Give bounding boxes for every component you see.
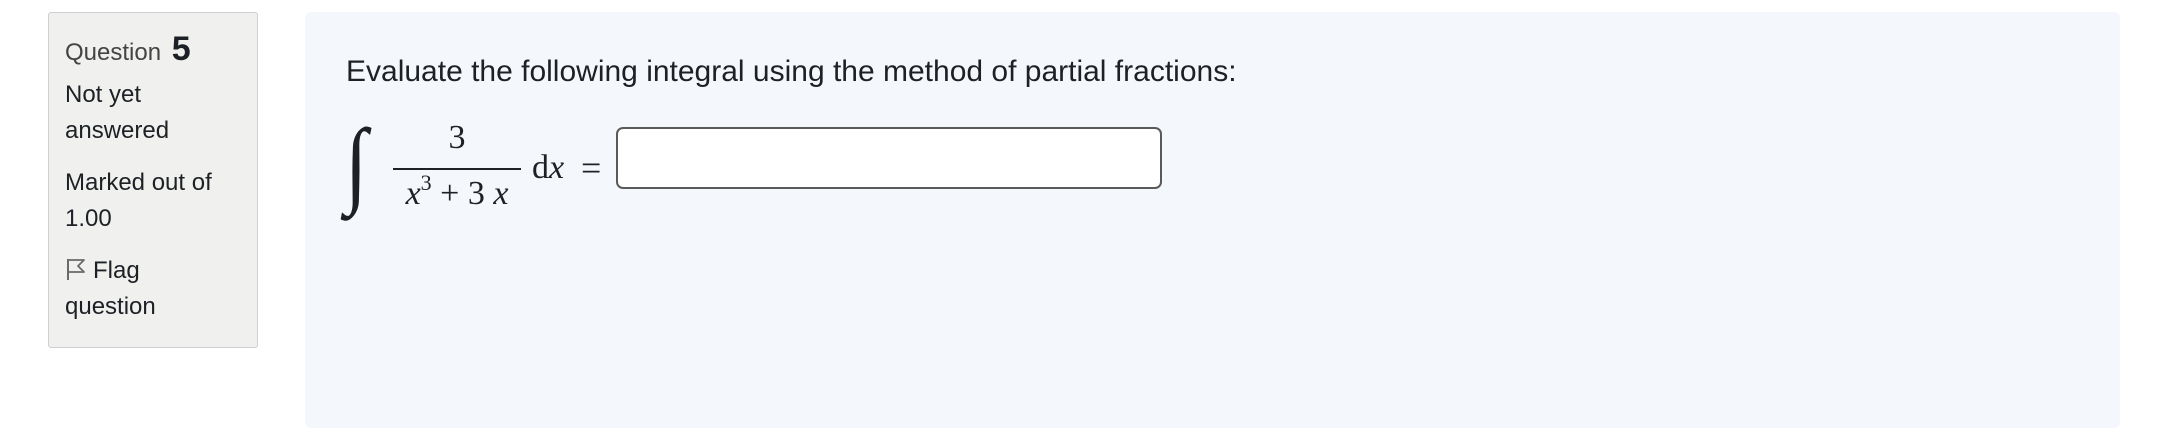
differential-variable: x	[549, 149, 565, 186]
denominator-variable-2: x	[493, 175, 509, 212]
differential: dx	[532, 146, 564, 190]
flag-question-link[interactable]: Flag question	[65, 253, 241, 325]
question-state: Not yet answered	[65, 77, 241, 149]
differential-d: d	[532, 149, 549, 186]
question-state-line-2: answered	[65, 117, 170, 144]
question-state-line-1: Not yet	[65, 81, 142, 108]
question-number-heading: Question 5	[65, 27, 241, 75]
question-info-panel: Question 5 Not yet answered Marked out o…	[48, 12, 258, 348]
flag-label-line-2[interactable]: question	[65, 289, 241, 325]
question-grade-line-2: 1.00	[65, 205, 112, 232]
fraction-bar	[393, 168, 521, 170]
question-grade: Marked out of 1.00	[65, 165, 241, 237]
flag-icon[interactable]	[65, 256, 87, 282]
denominator-rest: + 3	[431, 175, 485, 212]
question-grade-line-1: Marked out of	[65, 169, 212, 196]
fraction-denominator: x3 + 3 x	[393, 172, 521, 216]
denominator-variable: x	[405, 175, 421, 212]
question-content-panel: Evaluate the following integral using th…	[305, 12, 2120, 428]
question-number: 5	[171, 30, 191, 68]
integral-sign: ∫	[345, 109, 368, 216]
question-text: Evaluate the following integral using th…	[346, 55, 1237, 88]
fraction-numerator: 3	[448, 119, 466, 156]
answer-input[interactable]	[616, 127, 1162, 189]
question-label: Question	[65, 39, 162, 66]
denominator-exponent: 3	[420, 170, 432, 195]
equals-sign: =	[581, 148, 602, 188]
flag-label-line-1[interactable]: Flag	[93, 257, 140, 284]
fraction: 3 x3 + 3 x	[393, 112, 521, 222]
